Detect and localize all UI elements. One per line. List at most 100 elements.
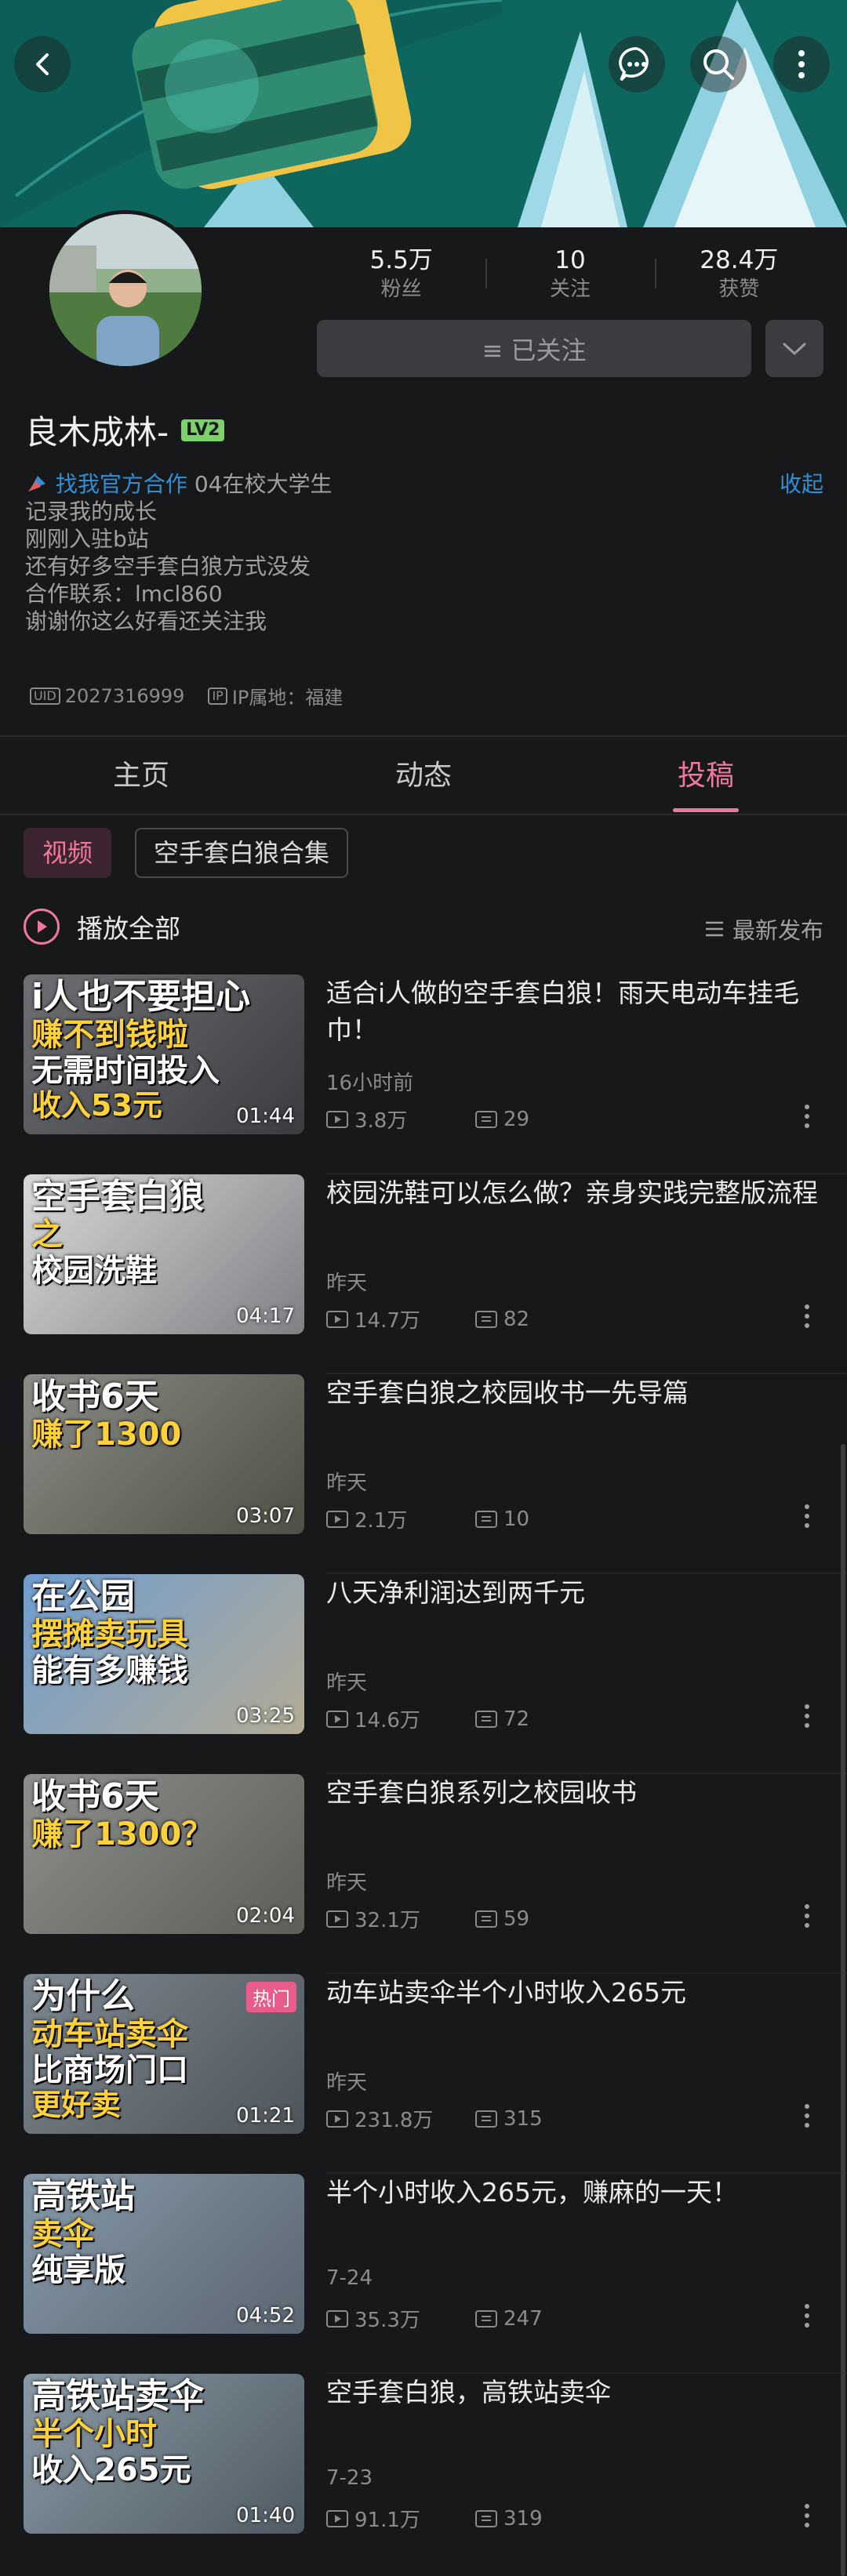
video-item[interactable]: 空手套白狼之校园洗鞋 04:17 校园洗鞋可以怎么做？亲身实践完整版流程 昨天 … <box>0 1174 847 1374</box>
video-duration: 04:17 <box>236 1304 295 1328</box>
video-title[interactable]: 空手套白狼，高铁站卖伞 <box>326 2374 828 2411</box>
stat-fans[interactable]: 5.5万 粉丝 <box>317 245 485 303</box>
video-item[interactable]: 高铁站卖伞 半个小时 收入265元 01:40 空手套白狼，高铁站卖伞 7-23 9… <box>0 2374 847 2574</box>
video-more-icon[interactable] <box>803 1504 811 1536</box>
video-item[interactable]: 收书6天 赚了1300 03:07 空手套白狼之校园收书一先导篇 昨天 2.1万 … <box>0 1374 847 1574</box>
video-more-icon[interactable] <box>803 1704 811 1736</box>
view-count: 2.1万 <box>326 1504 407 1533</box>
hot-badge: 热门 <box>246 1982 296 2012</box>
video-duration: 01:44 <box>236 1105 295 1128</box>
follow-options-button[interactable] <box>765 320 823 377</box>
bio-first-line: 找我官方合作 04在校大学生 <box>25 470 332 498</box>
search-button[interactable] <box>690 36 747 93</box>
banner-illustration <box>0 0 847 227</box>
comment-count: 247 <box>475 2307 543 2331</box>
video-title[interactable]: 八天净利润达到两千元 <box>326 1574 828 1611</box>
play-all-button[interactable]: 播放全部 <box>24 908 180 945</box>
back-button[interactable] <box>14 36 71 93</box>
video-date: 7-23 <box>326 2466 373 2490</box>
thumbnail-caption: 摆摊卖玩具 <box>31 1616 188 1653</box>
view-count: 14.7万 <box>326 1304 420 1333</box>
video-date: 昨天 <box>326 2071 368 2095</box>
view-count-value: 91.1万 <box>354 2509 420 2532</box>
thumbnail-caption: 赚了1300？ <box>31 1816 213 1852</box>
stat-number: 5.5万 <box>369 246 433 274</box>
video-more-icon[interactable] <box>803 1904 811 1936</box>
comment-icon <box>475 1110 497 1128</box>
stat-number: 28.4万 <box>700 246 779 274</box>
bio-line: 记录我的成长 <box>25 499 158 524</box>
official-cooperation-link[interactable]: 找我官方合作 <box>56 471 187 497</box>
more-button[interactable] <box>773 36 830 93</box>
profile-banner <box>0 0 847 227</box>
comment-icon <box>475 1510 497 1528</box>
video-duration: 02:04 <box>236 1904 295 1928</box>
sort-label: 最新发布 <box>732 917 823 944</box>
video-title[interactable]: 校园洗鞋可以怎么做？亲身实践完整版流程 <box>326 1174 828 1211</box>
comment-count: 319 <box>475 2507 543 2531</box>
thumbnail-caption: 无需时间投入 <box>31 1053 220 1089</box>
play-count-icon <box>326 1710 348 1728</box>
play-count-icon <box>326 2110 348 2128</box>
video-thumbnail[interactable]: i人也不要担心 赚不到钱啦 无需时间投入 收入53元 01:44 <box>24 974 304 1134</box>
video-title[interactable]: 空手套白狼系列之校园收书 <box>326 1774 828 1811</box>
video-stats: 2.1万 10 <box>326 1504 529 1533</box>
bio-line: 谢谢你这么好看还关注我 <box>25 608 267 634</box>
scrollbar[interactable] <box>841 1444 845 2576</box>
video-title[interactable]: 空手套白狼之校园收书一先导篇 <box>326 1374 828 1411</box>
video-duration: 03:07 <box>236 1504 295 1528</box>
video-item[interactable]: 收书6天 赚了1300？ 02:04 空手套白狼系列之校园收书 昨天 32.1万 … <box>0 1774 847 1974</box>
bio-text: 04在校大学生 <box>194 471 333 497</box>
tab-dynamic[interactable]: 动态 <box>282 737 565 815</box>
level-badge: LV2 <box>181 419 225 441</box>
followed-button[interactable]: ≡ 已关注 <box>317 320 751 377</box>
video-thumbnail[interactable]: 为什么 动车站卖伞 比商场门口 更好卖 热门 01:21 <box>24 1974 304 2134</box>
video-stats: 231.8万 315 <box>326 2104 543 2133</box>
stat-likes[interactable]: 28.4万获赞 <box>654 245 823 303</box>
video-thumbnail[interactable]: 在公园 摆摊卖玩具 能有多赚钱 03:25 <box>24 1574 304 1734</box>
video-thumbnail[interactable]: 收书6天 赚了1300 03:07 <box>24 1374 304 1534</box>
comment-icon <box>475 2309 497 2327</box>
profile-meta: UID 2027316999 IP IP属地：福建 <box>30 682 343 709</box>
collapse-bio-link[interactable]: 收起 <box>780 470 823 498</box>
tab-home[interactable]: 主页 <box>0 737 282 815</box>
play-count-icon <box>326 1110 348 1128</box>
comment-icon <box>475 1710 497 1728</box>
video-stats: 14.7万 82 <box>326 1304 529 1333</box>
video-item[interactable]: 高铁站 卖伞 纯享版 04:52 半个小时收入265元，赚麻的一天！ 7-24 35… <box>0 2174 847 2374</box>
video-thumbnail[interactable]: 高铁站卖伞 半个小时 收入265元 01:40 <box>24 2374 304 2534</box>
video-title[interactable]: 半个小时收入265元，赚麻的一天！ <box>326 2174 828 2211</box>
video-more-icon[interactable] <box>803 2504 811 2535</box>
video-title[interactable]: 动车站卖伞半个小时收入265元 <box>326 1974 828 2011</box>
chat-button[interactable] <box>609 36 665 93</box>
tab-uploads[interactable]: 投稿 <box>565 737 847 815</box>
sort-button[interactable]: 最新发布 <box>704 912 823 945</box>
video-item[interactable]: 为什么 动车站卖伞 比商场门口 更好卖 热门 01:21 动车站卖伞半个小时收入265… <box>0 1974 847 2174</box>
video-thumbnail[interactable]: 高铁站 卖伞 纯享版 04:52 <box>24 2174 304 2334</box>
video-thumbnail[interactable]: 空手套白狼之校园洗鞋 04:17 <box>24 1174 304 1334</box>
video-more-icon[interactable] <box>803 2104 811 2135</box>
view-count: 231.8万 <box>326 2104 433 2133</box>
avatar[interactable] <box>45 210 205 370</box>
stat-label: 获赞 <box>718 278 760 301</box>
comment-count-value: 72 <box>503 1707 530 1731</box>
video-more-icon[interactable] <box>803 1304 811 1336</box>
filter-chips: 视频 空手套白狼合集 <box>24 828 349 878</box>
bio-line: 还有好多空手套白狼方式没发 <box>25 553 311 579</box>
bio-line: 合作联系：lmcl860 <box>25 581 223 607</box>
thumbnail-caption: 比商场门口 <box>31 2052 188 2088</box>
video-more-icon[interactable] <box>803 2304 811 2335</box>
thumbnail-caption: 收入265元 <box>31 2452 191 2488</box>
video-title[interactable]: 适合i人做的空手套白狼！雨天电动车挂毛巾！ <box>326 974 828 1048</box>
stat-following[interactable]: 10 关注 <box>485 245 654 303</box>
chip-collection[interactable]: 空手套白狼合集 <box>135 828 349 878</box>
profile-stats: 5.5万 粉丝 10 关注 28.4万获赞 <box>317 245 823 303</box>
chip-videos[interactable]: 视频 <box>24 828 112 878</box>
username: 良木成林- <box>25 413 169 452</box>
video-more-icon[interactable] <box>803 1105 811 1136</box>
thumbnail-caption: 之 <box>31 1217 63 1253</box>
video-duration: 03:25 <box>236 1704 295 1728</box>
video-item[interactable]: 在公园 摆摊卖玩具 能有多赚钱 03:25 八天净利润达到两千元 昨天 14.6万 … <box>0 1574 847 1774</box>
video-item[interactable]: i人也不要担心 赚不到钱啦 无需时间投入 收入53元 01:44 适合i人做的空手套白… <box>0 974 847 1174</box>
video-thumbnail[interactable]: 收书6天 赚了1300？ 02:04 <box>24 1774 304 1934</box>
